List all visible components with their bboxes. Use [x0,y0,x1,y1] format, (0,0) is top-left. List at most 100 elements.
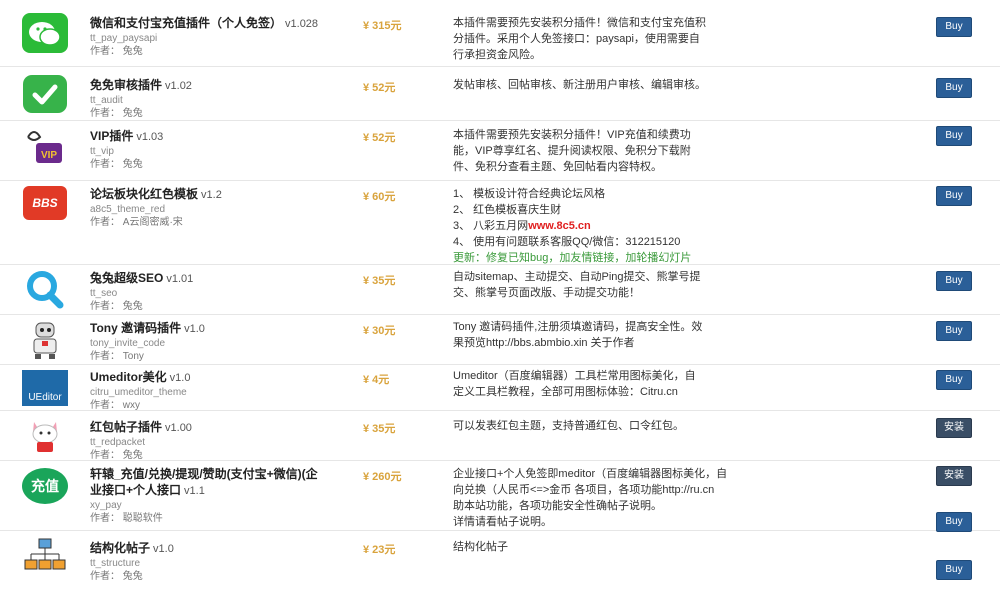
plugin-slug: a8c5_theme_red [90,204,166,215]
checkmark-icon [20,73,70,115]
plugin-price: ¥ 35元 [363,275,396,287]
buy-button[interactable]: Buy [936,321,972,341]
desc-line: 4、 使用有问题联系客服QQ/微信：312215120 [453,236,681,248]
plugin-slug: tt_pay_paysapi [90,33,158,44]
vip-icon: VIP [20,126,70,168]
plugin-row: Tony 邀请码插件 v1.0 tony_invite_code 作者： Tony… [0,314,1000,365]
ueditor-icon: UEditor [20,367,70,409]
plugin-name: Umeditor美化 [90,370,167,384]
desc-line: 自动sitemap、主动提交、自动Ping提交、熊掌号提 [453,271,701,283]
desc-line: 本插件需要预先安装积分插件！VIP充值和续费功 [453,129,691,141]
desc-line: 发帖审核、回帖审核、新注册用户审核、编辑审核。 [453,79,706,91]
magnifier-icon [20,268,70,310]
plugin-author: 作者： 兔兔 [90,301,143,312]
plugin-row: UEditor Umeditor美化 v1.0 citru_umeditor_th… [0,364,1000,411]
plugin-row: 兔兔超级SEO v1.01 tt_seo 作者： 兔兔 ¥ 35元 自动sitem… [0,264,1000,315]
desc-line: 企业接口+个人免签即meditor（百度编辑器图标美化，自 [453,468,728,480]
plugin-author: 作者： 兔兔 [90,159,143,170]
plugin-price: ¥ 260元 [363,471,402,483]
plugin-description: 本插件需要预先安装积分插件！微信和支付宝充值积 分插件。采用个人免签接口：pay… [453,15,773,63]
plugin-description: 结构化帖子 [453,539,773,555]
plugin-price: ¥ 23元 [363,544,396,556]
plugin-slug: xy_pay [90,500,122,511]
plugin-info: 红包帖子插件 v1.00 tt_redpacket 作者： 兔兔 [90,419,355,462]
buy-button[interactable]: Buy [936,78,972,98]
plugin-row: 红包帖子插件 v1.00 tt_redpacket 作者： 兔兔 ¥ 35元 可以… [0,410,1000,461]
robot-icon [20,318,70,360]
site-link[interactable]: www.8c5.cn [528,220,591,232]
plugin-description: 1、 模板设计符合经典论坛风格 2、 红色模板喜庆生财 3、 八彩五月网www.… [453,186,773,266]
plugin-info: 论坛板块化红色模板 v1.2 a8c5_theme_red 作者： A云阁密威·宋 [90,186,355,229]
plugin-version: v1.03 [136,131,164,143]
plugin-author: 作者： 兔兔 [90,108,143,119]
plugin-price: ¥ 35元 [363,423,396,435]
desc-line: Umeditor（百度编辑器）工具栏常用图标美化，自 [453,370,696,382]
desc-line: 3、 八彩五月网 [453,220,529,232]
plugin-version: v1.02 [165,80,192,92]
desc-line: 可以发表红包主题，支持普通红包、口令红包。 [453,420,684,432]
desc-line: 能，VIP尊享红名、提升阅读权限、免积分下载附 [453,145,691,157]
buy-button[interactable]: Buy [936,186,972,206]
plugin-description: 本插件需要预先安装积分插件！VIP充值和续费功 能，VIP尊享红名、提升阅读权限… [453,127,773,175]
plugin-price: ¥ 52元 [363,82,396,94]
plugin-info: 免免审核插件 v1.02 tt_audit 作者： 兔兔 [90,77,355,120]
install-button[interactable]: 安装 [936,466,972,486]
plugin-info: Umeditor美化 v1.0 citru_umeditor_theme 作者： … [90,369,355,412]
buy-button[interactable]: Buy [936,370,972,390]
desc-line: 1、 模板设计符合经典论坛风格 [453,188,606,200]
plugin-row: VIP VIP插件 v1.03 tt_vip 作者： 兔兔 ¥ 52元 本插件需要… [0,120,1000,181]
plugin-version: v1.00 [165,422,192,434]
plugin-name: 结构化帖子 [90,541,151,555]
desc-line: 本插件需要预先安装积分插件！微信和支付宝充值积 [453,17,706,29]
plugin-list: 微信和支付宝充值插件（个人免签） v1.028 tt_pay_paysapi 作者… [0,0,1000,600]
plugin-author: 作者： 兔兔 [90,571,143,582]
plugin-name: 轩辕_充值/兑换/提现/赞助(支付宝+微信)(企 [90,467,318,481]
plugin-slug: tt_seo [90,288,118,299]
plugin-description: 自动sitemap、主动提交、自动Ping提交、熊掌号提 交、熊掌号页面改版、手… [453,269,773,301]
desc-line: 助本站功能，各项功能安全性确帖子说明。 [453,500,662,512]
buy-button[interactable]: Buy [936,271,972,291]
desc-line: 结构化帖子 [453,541,508,553]
plugin-name-cont: 业接口+个人接口 [90,483,182,497]
desc-line: 定义工具栏教程，全部可用图标体验：Citru.cn [453,386,678,398]
ueditor-icon-label: UEditor [22,370,68,406]
plugin-name: 免免审核插件 [90,78,163,92]
plugin-description: 发帖审核、回帖审核、新注册用户审核、编辑审核。 [453,77,773,93]
plugin-name: VIP插件 [90,129,134,143]
desc-line: Tony 邀请码插件,注册须填邀请码，提高安全性。效 [453,321,703,333]
plugin-slug: tt_vip [90,146,114,157]
plugin-price: ¥ 60元 [363,191,396,203]
buy-button[interactable]: Buy [936,560,972,580]
bbs-icon: BBS [20,182,70,224]
cat-icon [20,414,70,456]
plugin-slug: tony_invite_code [90,338,166,349]
buy-button[interactable]: Buy [936,512,972,532]
plugin-version: v1.0 [184,323,205,335]
install-button[interactable]: 安装 [936,418,972,438]
plugin-name: 兔兔超级SEO [90,271,164,285]
plugin-price: ¥ 315元 [363,20,402,32]
charge-icon: 充值 [20,465,70,507]
plugin-name: 红包帖子插件 [90,420,163,434]
plugin-version: v1.028 [285,18,319,30]
plugin-info: Tony 邀请码插件 v1.0 tony_invite_code 作者： Tony [90,320,355,363]
plugin-author: 作者： Tony [90,351,144,362]
desc-line: 2、 红色模板喜庆生财 [453,204,562,216]
buy-button[interactable]: Buy [936,17,972,37]
charge-icon-label: 充值 [22,468,68,504]
plugin-info: 结构化帖子 v1.0 tt_structure 作者： 兔兔 [90,540,355,583]
plugin-description: 企业接口+个人免签即meditor（百度编辑器图标美化，自 向兑换（人民币<=>… [453,466,773,530]
plugin-name: 论坛板块化红色模板 [90,187,199,201]
buy-button[interactable]: Buy [936,126,972,146]
plugin-info: 轩辕_充值/兑换/提现/赞助(支付宝+微信)(企 业接口+个人接口 v1.1 xy… [90,466,355,525]
plugin-description: Tony 邀请码插件,注册须填邀请码，提高安全性。效 果预览http://bbs… [453,319,773,351]
plugin-slug: tt_audit [90,95,123,106]
plugin-version: v1.1 [184,485,205,497]
plugin-slug: tt_structure [90,558,141,569]
plugin-name: 微信和支付宝充值插件（个人免签） [90,16,283,30]
plugin-version: v1.0 [153,543,174,555]
plugin-name: Tony 邀请码插件 [90,321,182,335]
plugin-price: ¥ 52元 [363,132,396,144]
plugin-row: 结构化帖子 v1.0 tt_structure 作者： 兔兔 ¥ 23元 结构化帖… [0,530,1000,600]
wechat-icon [20,12,70,54]
